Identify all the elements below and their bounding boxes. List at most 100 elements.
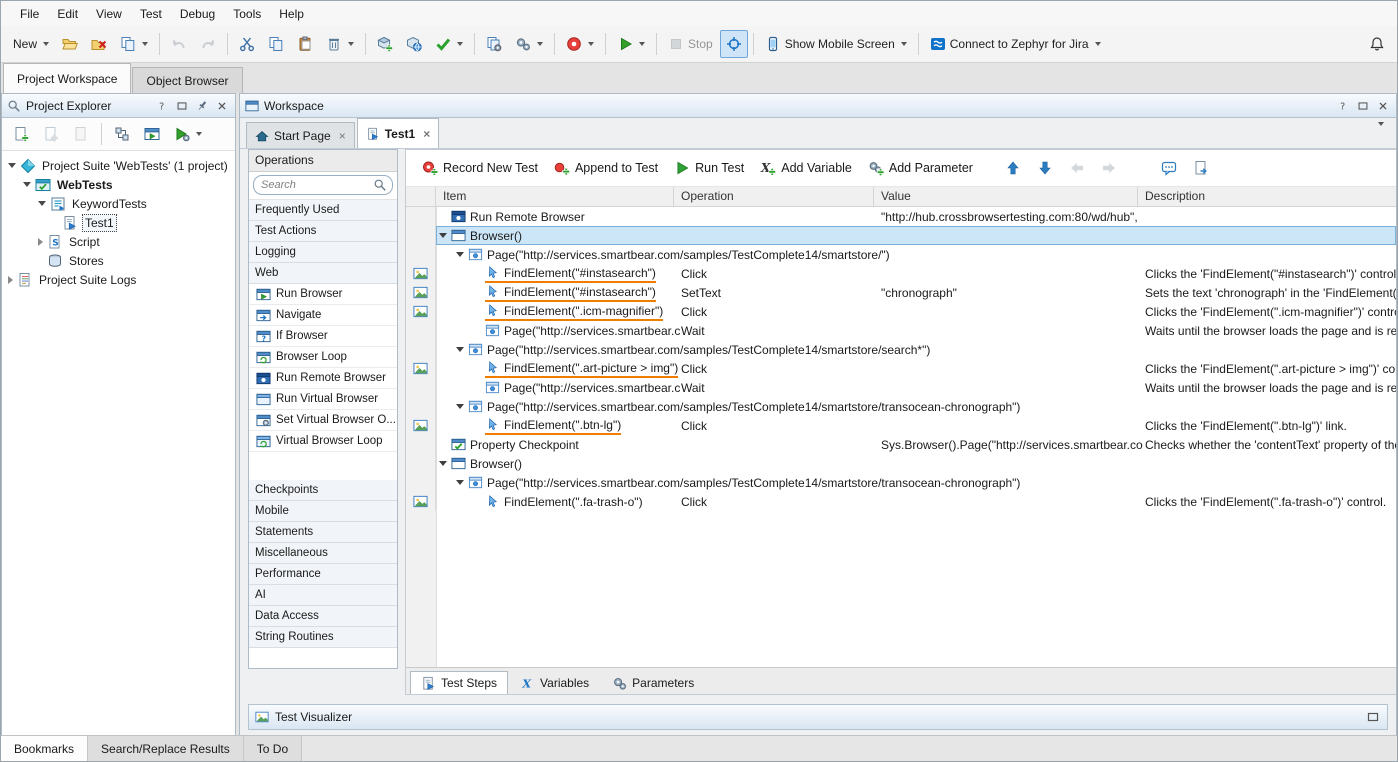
redo-button[interactable] [194,30,222,58]
new-button[interactable]: New [7,30,55,58]
connect-zephyr-button[interactable]: Connect to Zephyr for Jira [924,30,1107,58]
run-profile-button[interactable] [168,120,208,148]
compare-files-button[interactable] [480,30,508,58]
operations-category-ai[interactable]: AI [249,585,397,606]
forward-button[interactable] [1094,155,1124,181]
organize-items-button[interactable] [108,120,136,148]
collapse-icon[interactable] [38,201,46,206]
operation-navigate[interactable]: Navigate [249,305,397,326]
help-button[interactable]: ? [1334,97,1351,114]
collapse-icon[interactable] [23,182,31,187]
expand-icon[interactable] [38,238,43,246]
test-step-row[interactable]: Page("http://services.smartbear.com/samp… [406,473,1396,492]
status-tab-bookmarks[interactable]: Bookmarks [1,736,88,761]
column-header-value[interactable]: Value [874,187,1138,206]
tab-variables[interactable]: XVariables [509,671,600,694]
status-tab-to-do[interactable]: To Do [244,736,302,761]
operations-category-data-access[interactable]: Data Access [249,606,397,627]
menu-debug[interactable]: Debug [171,4,224,24]
operations-category-web[interactable]: Web [249,263,397,284]
test-step-row[interactable]: FindElement("#instasearch")ClickClicks t… [406,264,1396,283]
menu-view[interactable]: View [87,4,131,24]
menu-test[interactable]: Test [131,4,171,24]
menu-help[interactable]: Help [270,4,313,24]
operation-virtual-browser-loop[interactable]: Virtual Browser Loop [249,431,397,452]
record-new-test-button[interactable]: Record New Test [415,155,545,181]
collapse-icon[interactable] [456,347,464,352]
tree-item-test1[interactable]: Test1 [2,213,235,232]
highlight-object-button[interactable] [720,30,748,58]
checkpoint-wizard-button[interactable] [429,30,469,58]
operation-browser-loop[interactable]: Browser Loop [249,347,397,368]
record-test-button[interactable] [560,30,600,58]
test-step-row[interactable]: Browser() [406,226,1396,245]
collapse-icon[interactable] [456,480,464,485]
export-button[interactable] [1186,155,1216,181]
duplicate-item-button[interactable] [67,120,95,148]
add-existing-item-button[interactable] [37,120,65,148]
tree-item-webtests[interactable]: WebTests [2,175,235,194]
tab-test-steps[interactable]: Test Steps [410,671,508,694]
test-step-row[interactable]: Browser() [406,454,1396,473]
back-button[interactable] [1062,155,1092,181]
paste-button[interactable] [291,30,319,58]
operation-run-virtual-browser[interactable]: Run Virtual Browser [249,389,397,410]
close-tab-icon[interactable]: × [423,127,430,141]
test-step-row[interactable]: Property CheckpointSys.Browser().Page("h… [406,435,1396,454]
tree-item-project-suite-logs[interactable]: Project Suite Logs [2,270,235,289]
operations-category-performance[interactable]: Performance [249,564,397,585]
test-visualizer-bar[interactable]: Test Visualizer [248,704,1388,730]
test-step-row[interactable]: FindElement("#instasearch")SetText"chron… [406,283,1396,302]
move-down-button[interactable] [1030,155,1060,181]
test-step-row[interactable]: Page("http://services.smartbear.com/samp… [406,245,1396,264]
menu-file[interactable]: File [11,4,48,24]
tab-project-workspace[interactable]: Project Workspace [3,63,131,94]
add-new-item-button[interactable] [7,120,35,148]
append-to-test-button[interactable]: Append to Test [547,155,665,181]
copy-button[interactable] [262,30,290,58]
operations-category-logging[interactable]: Logging [249,242,397,263]
cut-button[interactable] [233,30,261,58]
test-step-row[interactable]: FindElement(".fa-trash-o")ClickClicks th… [406,492,1396,511]
operations-category-miscellaneous[interactable]: Miscellaneous [249,543,397,564]
comment-button[interactable] [1154,155,1184,181]
stop-button[interactable]: Stop [662,30,719,58]
close-tab-icon[interactable]: × [339,129,346,143]
tree-item-project-suite-webtests-1-project[interactable]: Project Suite 'WebTests' (1 project) [2,156,235,175]
open-button[interactable] [56,30,84,58]
doc-tab-start-page[interactable]: Start Page× [246,122,355,148]
add-variable-button[interactable]: XAdd Variable [753,155,859,181]
operations-category-string-routines[interactable]: String Routines [249,627,397,648]
float-button[interactable] [173,97,190,114]
tree-item-keywordtests[interactable]: KeywordTests [2,194,235,213]
help-button[interactable]: ? [153,97,170,114]
close-button[interactable] [1374,97,1391,114]
test-step-row[interactable]: Page("http://services.smartbear.cWaitWai… [406,321,1396,340]
run-test-button[interactable]: Run Test [667,155,751,181]
collapse-icon[interactable] [8,163,16,168]
test-step-row[interactable]: Run Remote Browser"http://hub.crossbrows… [406,207,1396,226]
close-button[interactable] [85,30,113,58]
save-all-button[interactable] [114,30,154,58]
tree-item-stores[interactable]: Stores [2,251,235,270]
pin-button[interactable] [193,97,210,114]
column-header-item[interactable]: Item [436,187,674,206]
collapse-icon[interactable] [456,252,464,257]
tree-item-script[interactable]: SScript [2,232,235,251]
operation-if-browser[interactable]: ?If Browser [249,326,397,347]
undo-button[interactable] [165,30,193,58]
operation-run-remote-browser[interactable]: Run Remote Browser [249,368,397,389]
test-step-row[interactable]: FindElement(".btn-lg")ClickClicks the 'F… [406,416,1396,435]
column-header-description[interactable]: Description [1138,187,1396,206]
menu-tools[interactable]: Tools [224,4,270,24]
menu-edit[interactable]: Edit [48,4,87,24]
operation-set-virtual-browser-o[interactable]: Set Virtual Browser O... [249,410,397,431]
close-button[interactable] [213,97,230,114]
operations-category-checkpoints[interactable]: Checkpoints [249,480,397,501]
test-step-row[interactable]: Page("http://services.smartbear.com/samp… [406,340,1396,359]
options-button[interactable] [509,30,549,58]
test-step-row[interactable]: Page("http://services.smartbear.cWaitWai… [406,378,1396,397]
notifications-button[interactable] [1363,30,1391,58]
move-up-button[interactable] [998,155,1028,181]
collapse-icon[interactable] [439,461,447,466]
